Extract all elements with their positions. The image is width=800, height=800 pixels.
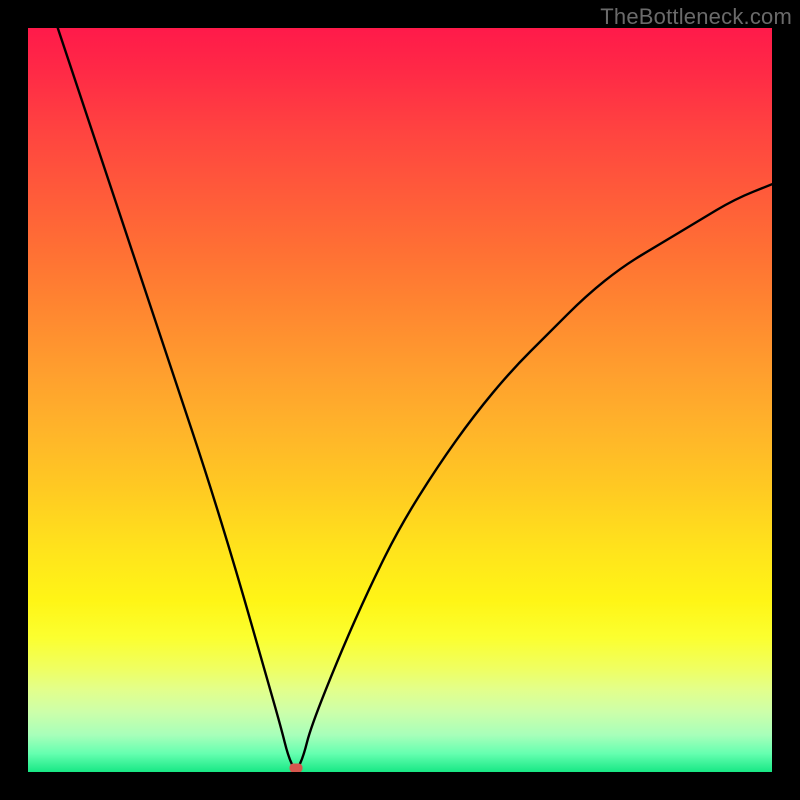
optimal-point-marker bbox=[289, 763, 302, 772]
chart-frame: TheBottleneck.com bbox=[0, 0, 800, 800]
plot-area bbox=[28, 28, 772, 772]
bottleneck-curve bbox=[58, 28, 772, 768]
watermark-text: TheBottleneck.com bbox=[600, 4, 792, 30]
curve-layer bbox=[28, 28, 772, 772]
